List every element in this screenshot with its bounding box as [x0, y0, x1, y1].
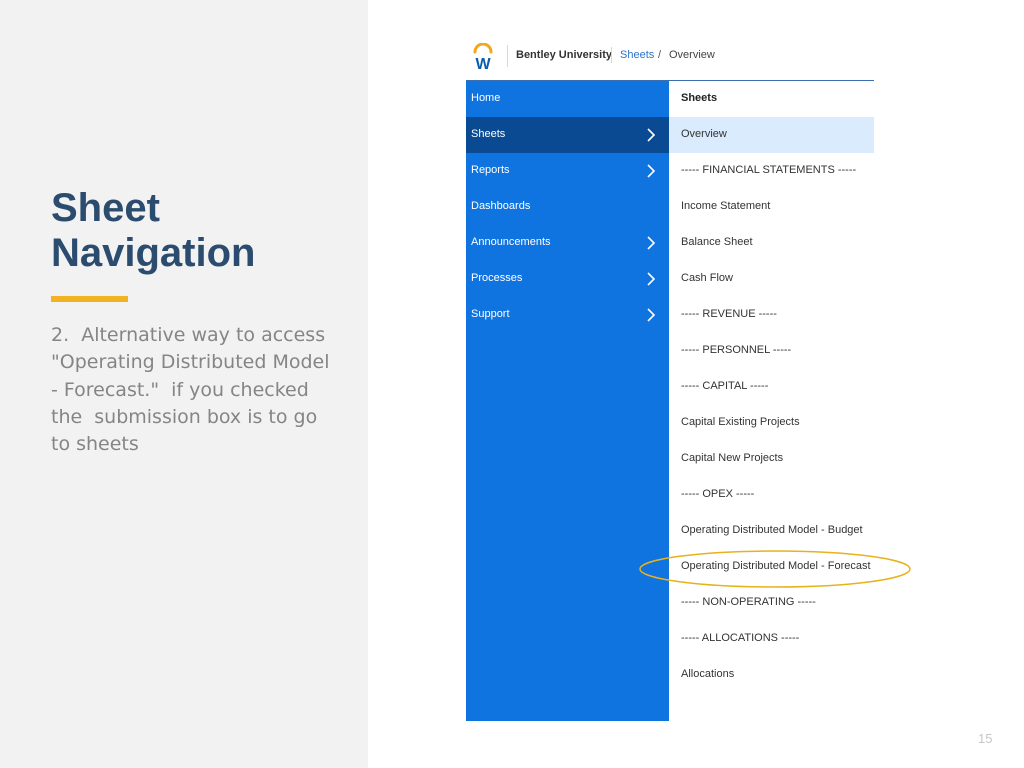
highlight-oval-annotation	[639, 550, 911, 588]
svg-text:W: W	[475, 56, 491, 71]
nav-item-label: Processes	[471, 272, 523, 284]
submenu-item-label: Balance Sheet	[681, 236, 753, 248]
submenu-item-overview[interactable]: Overview	[669, 117, 874, 153]
submenu-section-personnel[interactable]: ----- PERSONNEL -----	[669, 333, 874, 369]
sheets-submenu: Sheets Overview ----- FINANCIAL STATEMEN…	[669, 81, 874, 721]
submenu-section-revenue[interactable]: ----- REVENUE -----	[669, 297, 874, 333]
submenu-item-income-statement[interactable]: Income Statement	[669, 189, 874, 225]
submenu-item-label: Capital New Projects	[681, 452, 784, 464]
submenu-item-label: Overview	[681, 128, 727, 140]
submenu-item-allocations[interactable]: Allocations	[669, 657, 874, 693]
chevron-right-icon	[647, 128, 656, 142]
slide-body-text: 2. Alternative way to access "Operating …	[51, 324, 336, 456]
submenu-section-financial-statements[interactable]: ----- FINANCIAL STATEMENTS -----	[669, 153, 874, 189]
nav-item-dashboards[interactable]: Dashboards	[466, 189, 669, 225]
header-divider	[507, 45, 508, 67]
submenu-item-label: ----- PERSONNEL -----	[681, 344, 792, 356]
breadcrumb-sheets-link[interactable]: Sheets	[620, 49, 654, 61]
submenu-item-label: ----- CAPITAL -----	[681, 380, 769, 392]
nav-item-label: Sheets	[471, 128, 506, 140]
tenant-name: Bentley University	[516, 49, 612, 61]
chevron-right-icon	[647, 272, 656, 286]
nav-item-announcements[interactable]: Announcements	[466, 225, 669, 261]
nav-item-reports[interactable]: Reports	[466, 153, 669, 189]
submenu-item-label: ----- NON-OPERATING -----	[681, 596, 816, 608]
page-number: 15	[978, 731, 993, 746]
submenu-heading-label: Sheets	[681, 92, 718, 104]
nav-item-home[interactable]: Home	[466, 81, 669, 117]
submenu-item-capital-new-projects[interactable]: Capital New Projects	[669, 441, 874, 477]
nav-item-label: Reports	[471, 164, 510, 176]
global-nav-menu: Home Sheets Reports Dashboards Announcem…	[466, 81, 669, 721]
nav-item-label: Dashboards	[471, 200, 531, 212]
nav-item-label: Support	[471, 308, 510, 320]
breadcrumb-separator: /	[658, 49, 662, 61]
submenu-item-label: Operating Distributed Model - Budget	[681, 524, 863, 536]
submenu-item-label: Capital Existing Projects	[681, 416, 800, 428]
submenu-item-label: Allocations	[681, 668, 735, 680]
submenu-item-label: Income Statement	[681, 200, 771, 212]
submenu-item-cash-flow[interactable]: Cash Flow	[669, 261, 874, 297]
chevron-right-icon	[647, 164, 656, 178]
submenu-section-capital[interactable]: ----- CAPITAL -----	[669, 369, 874, 405]
submenu-item-label: ----- ALLOCATIONS -----	[681, 632, 800, 644]
workday-header: W Bentley University Sheets / Overview	[466, 36, 874, 81]
breadcrumb-overview: Overview	[669, 49, 715, 61]
submenu-section-opex[interactable]: ----- OPEX -----	[669, 477, 874, 513]
submenu-section-non-operating[interactable]: ----- NON-OPERATING -----	[669, 585, 874, 621]
nav-item-processes[interactable]: Processes	[466, 261, 669, 297]
workday-logo-icon[interactable]: W	[472, 42, 494, 73]
submenu-item-capital-existing-projects[interactable]: Capital Existing Projects	[669, 405, 874, 441]
submenu-item-label: ----- FINANCIAL STATEMENTS -----	[681, 164, 857, 176]
slide-title: Sheet Navigation	[51, 186, 256, 275]
nav-item-label: Home	[471, 92, 501, 104]
submenu-item-label: Cash Flow	[681, 272, 733, 284]
nav-item-support[interactable]: Support	[466, 297, 669, 333]
nav-item-label: Announcements	[471, 236, 551, 248]
submenu-section-allocations[interactable]: ----- ALLOCATIONS -----	[669, 621, 874, 657]
slide-left-panel: Sheet Navigation 2. Alternative way to a…	[0, 0, 368, 768]
nav-item-sheets[interactable]: Sheets	[466, 117, 669, 153]
breadcrumb-divider	[611, 47, 612, 63]
submenu-item-operating-budget[interactable]: Operating Distributed Model - Budget	[669, 513, 874, 549]
submenu-item-label: ----- REVENUE -----	[681, 308, 777, 320]
submenu-item-balance-sheet[interactable]: Balance Sheet	[669, 225, 874, 261]
submenu-item-label: ----- OPEX -----	[681, 488, 755, 500]
title-accent-bar	[51, 296, 128, 302]
chevron-right-icon	[647, 236, 656, 250]
chevron-right-icon	[647, 308, 656, 322]
submenu-heading: Sheets	[669, 81, 874, 117]
